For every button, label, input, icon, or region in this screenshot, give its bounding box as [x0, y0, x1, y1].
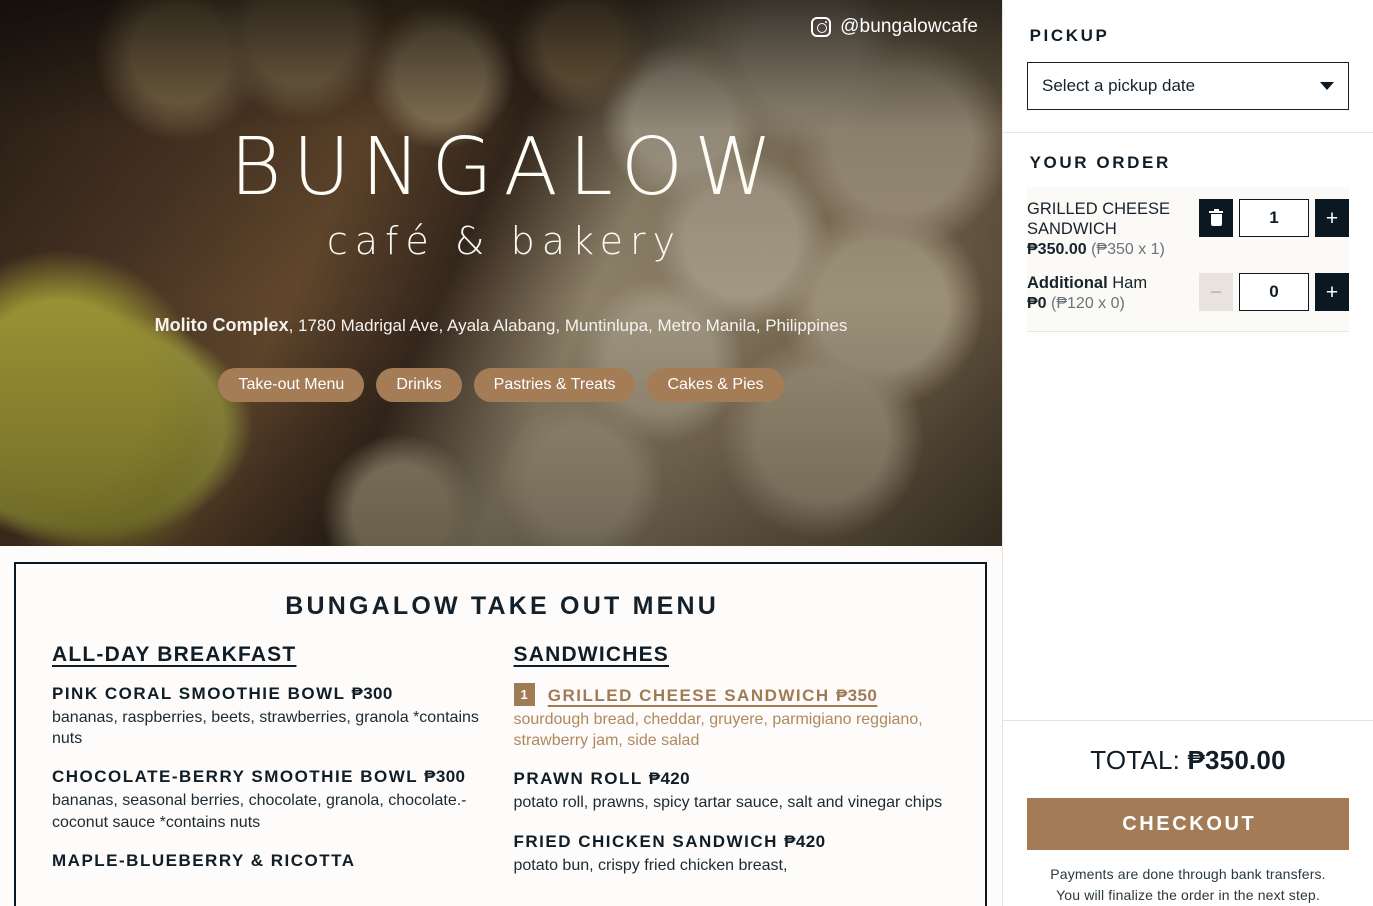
menu-columns: ALL-DAY BREAKFAST PINK CORAL SMOOTHIE BO…: [16, 643, 985, 893]
menu-item-price: ₱350: [835, 686, 878, 705]
address-venue: Molito Complex: [154, 315, 289, 335]
nav-pill-pastries-treats[interactable]: Pastries & Treats: [473, 368, 636, 402]
menu-item-name-row: PINK CORAL SMOOTHIE BOWL ₱300: [52, 683, 488, 706]
menu-item-quantity-badge: 1: [513, 683, 535, 706]
page-root: @bungalowcafe BUNGALOW café & bakery Mol…: [0, 0, 1373, 906]
increase-quantity-button[interactable]: +: [1315, 273, 1349, 312]
decrease-quantity-button: −: [1199, 273, 1233, 312]
menu-item-name-row: CHOCOLATE-BERRY SMOOTHIE BOWL ₱300: [52, 766, 488, 789]
menu-item-description: potato roll, prawns, spicy tartar sauce,…: [513, 794, 943, 812]
order-item-name: Additional Ham: [1027, 273, 1147, 293]
order-item-sublabel: Additional: [1027, 274, 1108, 293]
order-heading: YOUR ORDER: [1029, 153, 1171, 172]
increase-quantity-button[interactable]: +: [1315, 199, 1349, 237]
menu-item-name-row: MAPLE-BLUEBERRY & RICOTTA: [52, 850, 488, 873]
total-amount: ₱350.00: [1187, 745, 1286, 775]
quantity-value[interactable]: 1: [1239, 199, 1309, 237]
payment-note-line-2: You will finalize the order in the next …: [1056, 887, 1320, 903]
order-item-name: GRILLED CHEESE SANDWICH: [1027, 200, 1171, 239]
nav-pill-cakes-pies[interactable]: Cakes & Pies: [647, 368, 784, 402]
menu-item-price: ₱300: [424, 767, 466, 787]
menu-title: BUNGALOW TAKE OUT MENU: [285, 592, 719, 620]
total-label: TOTAL:: [1090, 745, 1188, 775]
menu-item-title: MAPLE-BLUEBERRY & RICOTTA: [52, 850, 356, 870]
menu-item-price: ₱300: [351, 684, 393, 703]
checkout-button[interactable]: CHECKOUT: [1027, 798, 1349, 850]
order-item-stepper: 1 +: [1199, 199, 1349, 237]
order-section: YOUR ORDER GRILLED CHEESE SANDWICH ₱350.…: [1003, 133, 1373, 333]
menu-item-title: PINK CORAL SMOOTHIE BOWL: [52, 684, 346, 703]
menu-item-description: potato bun, crispy fried chicken breast,: [513, 856, 788, 874]
order-row-info: GRILLED CHEESE SANDWICH ₱350.00 (₱350 x …: [1027, 199, 1191, 259]
trash-icon: [1209, 208, 1223, 226]
order-items-list: GRILLED CHEESE SANDWICH ₱350.00 (₱350 x …: [1027, 187, 1349, 332]
order-item-price: ₱350.00 (₱350 x 1): [1027, 241, 1191, 259]
menu-item-title: FRIED CHICKEN SANDWICH: [513, 831, 778, 851]
menu-section-heading: SANDWICHES: [513, 643, 670, 666]
order-sidebar: PICKUP Select a pickup date YOUR ORDER G…: [1002, 0, 1373, 906]
order-row-info: Additional Ham ₱0 (₱120 x 0): [1027, 273, 1147, 313]
menu-card: BUNGALOW TAKE OUT MENU ALL-DAY BREAKFAST…: [14, 562, 987, 906]
remove-item-button[interactable]: [1199, 199, 1233, 237]
menu-item-description: sourdough bread, cheddar, gruyere, parmi…: [513, 710, 923, 750]
menu-item[interactable]: FRIED CHICKEN SANDWICH ₱420 potato bun, …: [514, 831, 950, 876]
hero-banner: @bungalowcafe BUNGALOW café & bakery Mol…: [0, 0, 1002, 546]
order-item-stepper: − 0 +: [1199, 273, 1349, 312]
order-item-price: ₱0 (₱120 x 0): [1027, 295, 1147, 313]
order-total: TOTAL: ₱350.00: [1027, 745, 1349, 776]
brand-subtitle: café & bakery: [326, 219, 683, 263]
instagram-link[interactable]: @bungalowcafe: [811, 16, 978, 38]
store-address: Molito Complex, 1780 Madrigal Ave, Ayala…: [0, 315, 1002, 336]
menu-item-description: bananas, seasonal berries, chocolate, gr…: [52, 792, 467, 831]
menu-column-sandwiches: SANDWICHES 1 GRILLED CHEESE SANDWICH ₱350…: [513, 643, 950, 893]
menu-item[interactable]: PRAWN ROLL ₱420 potato roll, prawns, spi…: [514, 768, 950, 813]
menu-section-heading: ALL-DAY BREAKFAST: [52, 643, 297, 666]
brand-title: BUNGALOW: [229, 121, 784, 213]
menu-item-name-row: PRAWN ROLL ₱420: [514, 768, 950, 791]
hero-nav-pills: Take-out Menu Drinks Pastries & Treats C…: [0, 368, 1002, 402]
order-item-addon-name: Ham: [1112, 274, 1148, 293]
menu-item[interactable]: CHOCOLATE-BERRY SMOOTHIE BOWL ₱300 banan…: [52, 766, 488, 832]
brand-block: BUNGALOW café & bakery: [0, 121, 1002, 264]
pickup-date-select[interactable]: Select a pickup date: [1027, 62, 1349, 110]
main-content: @bungalowcafe BUNGALOW café & bakery Mol…: [0, 0, 1002, 906]
nav-pill-take-out-menu[interactable]: Take-out Menu: [218, 368, 365, 402]
payment-note-line-1: Payments are done through bank transfers…: [1050, 866, 1326, 882]
menu-item-title: GRILLED CHEESE SANDWICH: [547, 686, 830, 705]
order-row: Additional Ham ₱0 (₱120 x 0) − 0 +: [1027, 269, 1349, 313]
menu-item-title: CHOCOLATE-BERRY SMOOTHIE BOWL: [52, 767, 418, 787]
quantity-value[interactable]: 0: [1239, 273, 1309, 312]
payment-note: Payments are done through bank transfers…: [1027, 864, 1349, 906]
order-item-total: ₱0: [1027, 295, 1047, 313]
pickup-date-value: Select a pickup date: [1042, 76, 1196, 95]
order-row: GRILLED CHEESE SANDWICH ₱350.00 (₱350 x …: [1027, 195, 1349, 259]
order-item-total: ₱350.00: [1027, 241, 1087, 259]
address-detail: , 1780 Madrigal Ave, Ayala Alabang, Munt…: [288, 316, 848, 335]
menu-item-description: bananas, raspberries, beets, strawberrie…: [52, 708, 479, 748]
pickup-section: PICKUP Select a pickup date: [1003, 0, 1373, 133]
totals-section: TOTAL: ₱350.00 CHECKOUT Payments are don…: [1003, 720, 1373, 906]
menu-item[interactable]: PINK CORAL SMOOTHIE BOWL ₱300 bananas, r…: [52, 683, 488, 749]
menu-column-breakfast: ALL-DAY BREAKFAST PINK CORAL SMOOTHIE BO…: [52, 643, 488, 893]
pickup-heading: PICKUP: [1029, 26, 1110, 45]
order-item-calc: (₱120 x 0): [1051, 295, 1125, 313]
menu-item-price: ₱420: [784, 831, 826, 851]
instagram-icon: [811, 17, 832, 37]
menu-item-price: ₱420: [648, 769, 691, 789]
menu-item-title: PRAWN ROLL: [513, 769, 643, 789]
menu-item-name-row: FRIED CHICKEN SANDWICH ₱420: [514, 831, 950, 854]
chevron-down-icon: [1320, 82, 1334, 90]
menu-item-selected[interactable]: 1 GRILLED CHEESE SANDWICH ₱350 sourdough …: [513, 683, 950, 751]
nav-pill-drinks[interactable]: Drinks: [376, 368, 462, 402]
instagram-handle: @bungalowcafe: [840, 16, 978, 37]
order-item-calc: (₱350 x 1): [1091, 241, 1165, 259]
menu-item[interactable]: MAPLE-BLUEBERRY & RICOTTA: [52, 850, 488, 873]
menu-item-name-row: 1 GRILLED CHEESE SANDWICH ₱350: [513, 683, 950, 708]
